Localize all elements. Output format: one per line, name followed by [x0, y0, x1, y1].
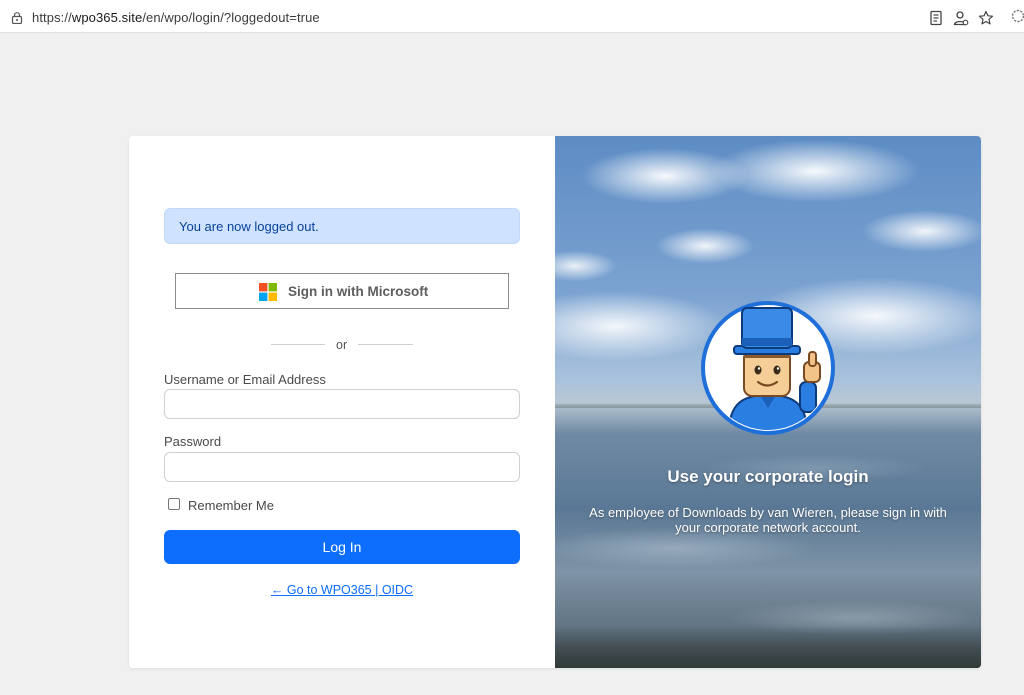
sign-in-with-microsoft-button[interactable]: Sign in with Microsoft	[175, 273, 509, 309]
corporate-login-pane: Use your corporate login As employee of …	[555, 136, 981, 668]
address-bar[interactable]: https://wpo365.site/en/wpo/login/?logged…	[0, 2, 1002, 31]
back-to-site-link[interactable]: ← Go to WPO365 | OIDC	[129, 583, 555, 597]
logged-out-alert: You are now logged out.	[164, 208, 520, 244]
browser-toolbar: https://wpo365.site/en/wpo/login/?logged…	[0, 0, 1024, 33]
log-in-button[interactable]: Log In	[164, 530, 520, 564]
password-input[interactable]	[164, 452, 520, 482]
mascot-avatar	[701, 301, 835, 435]
or-separator: or	[336, 338, 348, 352]
ms-button-label: Sign in with Microsoft	[288, 284, 429, 299]
alert-text: You are now logged out.	[179, 219, 319, 234]
login-form-pane: You are now logged out. Sign in with Mic…	[129, 136, 555, 668]
remember-me-checkbox[interactable]	[168, 498, 180, 510]
microsoft-logo-icon	[259, 283, 277, 301]
divider-left	[271, 344, 325, 345]
login-card: You are now logged out. Sign in with Mic…	[129, 136, 981, 668]
username-label: Username or Email Address	[164, 372, 326, 387]
password-label: Password	[164, 434, 222, 449]
corporate-login-heading: Use your corporate login	[667, 467, 869, 486]
person-icon[interactable]	[953, 10, 969, 26]
url-path: /en/wpo/login/?loggedout=true	[142, 10, 320, 25]
url-scheme: https://	[32, 10, 72, 25]
url-host: wpo365.site	[71, 10, 143, 25]
divider-right	[358, 344, 413, 345]
lock-icon[interactable]	[11, 12, 23, 24]
corporate-login-description: As employee of Downloads by van Wieren, …	[589, 505, 947, 535]
reader-icon[interactable]	[928, 10, 944, 26]
url-text[interactable]: https://wpo365.site/en/wpo/login/?logged…	[32, 10, 320, 25]
star-icon[interactable]	[978, 10, 994, 26]
shore	[555, 626, 981, 668]
extension-icon[interactable]	[1010, 8, 1024, 24]
username-input[interactable]	[164, 389, 520, 419]
remember-me-label[interactable]: Remember Me	[188, 498, 274, 513]
